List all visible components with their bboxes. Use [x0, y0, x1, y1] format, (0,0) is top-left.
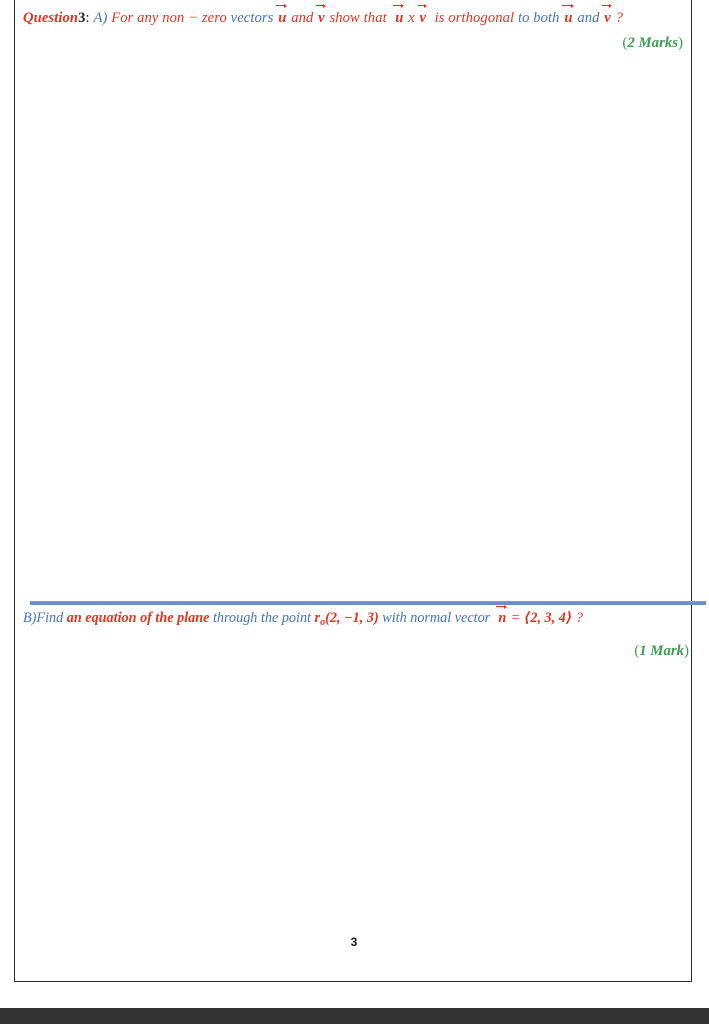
viewer-bottom-bar [0, 1008, 709, 1024]
part-b-question-mark: ? [575, 610, 583, 626]
question-3-part-a-text: Question3: A) For any non − zero vectors… [15, 0, 691, 27]
part-b-answer-space[interactable] [15, 660, 691, 910]
question-colon: : [85, 10, 90, 26]
cross-product-operator: x [408, 10, 415, 26]
part-a-letter: A) [93, 10, 108, 26]
part-b-emphasis: an equation of the plane [66, 610, 210, 626]
vector-u-2: u [393, 3, 405, 26]
part-a-question-mark: ? [615, 10, 623, 26]
part-a-seg1: For any non [111, 10, 185, 26]
part-b-find: Find [36, 610, 64, 626]
vector-v-1: v [316, 3, 326, 26]
part-a-marks-close-paren: ) [678, 35, 683, 52]
vector-v-2: v [417, 3, 427, 26]
part-a-seg2: zero [201, 10, 227, 26]
part-b-marks: (1 Mark) [15, 630, 691, 660]
part-a-and-2: and [577, 10, 600, 26]
vector-u-1: u [276, 3, 288, 26]
normal-vector-coordinates: ⟨2, 3, 4⟩ [523, 610, 573, 626]
question-label: Question [23, 10, 79, 26]
part-b-marks-value: 1 Mark [639, 642, 684, 659]
vector-n: n [496, 605, 508, 626]
question-number: 3 [78, 10, 86, 26]
part-a-marks-value: 2 Marks [627, 35, 678, 52]
page-number: 3 [350, 935, 358, 949]
question-3-part-a-block: Question3: A) For any non − zero vectors… [15, 0, 691, 562]
vector-v-3: v [602, 3, 612, 26]
part-a-minus: − [188, 10, 199, 26]
part-a-seg3: vectors [230, 10, 274, 26]
point-coordinates: (2, −1, 3) [325, 610, 379, 626]
part-b-letter: B) [23, 610, 37, 626]
question-3-part-b-block: B)Find an equation of the plane through … [15, 604, 691, 910]
part-b-with-normal-vector: with normal vector [382, 610, 491, 626]
part-a-answer-space[interactable] [15, 52, 691, 562]
part-b-marks-close-paren: ) [684, 642, 689, 659]
part-a-and-1: and [291, 10, 314, 26]
part-a-to-both: to both [517, 10, 560, 26]
equals-sign: = [510, 610, 521, 626]
part-b-through: through the point [212, 610, 311, 626]
part-a-orthogonal: is orthogonal [434, 10, 515, 26]
exam-page-sheet: Question3: A) For any non − zero vectors… [14, 0, 706, 982]
question-3-part-b-text: B)Find an equation of the plane through … [15, 604, 691, 630]
vector-u-3: u [562, 3, 574, 26]
part-a-marks: (2 Marks) [15, 27, 691, 52]
part-a-show-that: show that [329, 10, 387, 26]
